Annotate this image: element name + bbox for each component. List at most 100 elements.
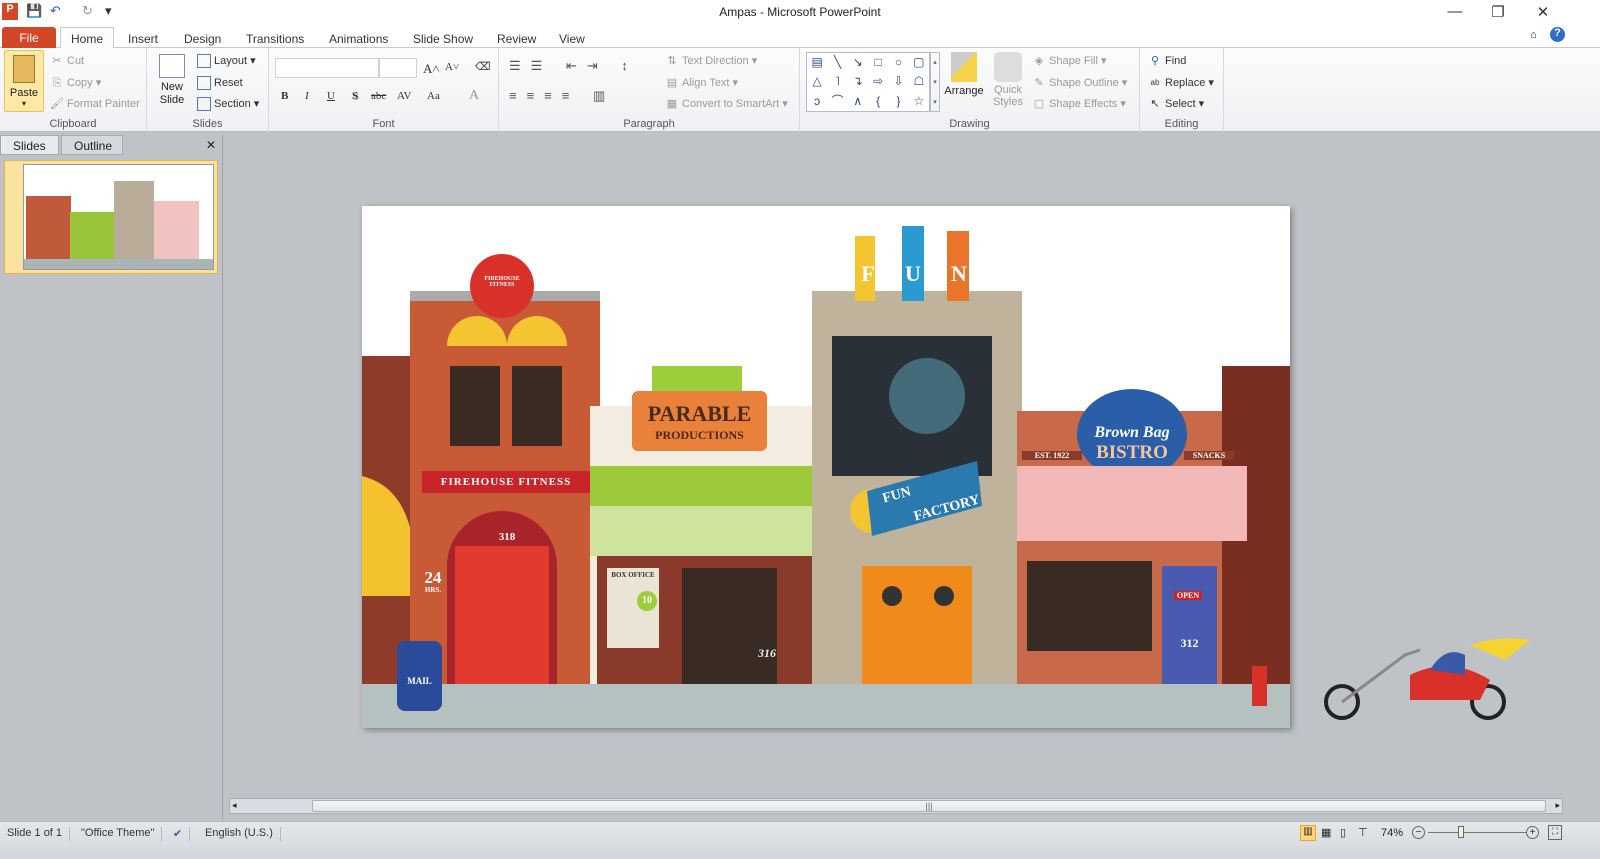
zoom-level[interactable]: 74%: [1381, 827, 1403, 839]
tab-home[interactable]: Home: [60, 27, 115, 48]
normal-view-button[interactable]: ▥: [1300, 825, 1316, 841]
minimize-ribbon-icon[interactable]: ⌂: [1530, 29, 1537, 41]
shape-item[interactable]: ↴: [848, 72, 868, 91]
zoom-slider[interactable]: [1428, 832, 1526, 833]
shapes-gallery[interactable]: ▤ ╲ ↘ □ ○ ▢ △ ˥ ↴ ⇨ ⇩ ☖ ↄ ⌒ ∧{} ☆: [806, 52, 930, 112]
section-button[interactable]: Section ▾: [197, 97, 259, 112]
pencil-icon: ✎: [1034, 77, 1044, 90]
font-name-input[interactable]: [275, 58, 379, 78]
tab-design[interactable]: Design: [174, 28, 231, 48]
shape-item[interactable]: ˥: [827, 72, 847, 91]
slide-thumbnail[interactable]: [4, 160, 218, 274]
shape-item[interactable]: {: [868, 92, 888, 111]
alignment-buttons[interactable]: ≡≡≡≡ ▥: [509, 88, 615, 104]
change-case-button[interactable]: Aa: [427, 90, 440, 102]
cut-button[interactable]: ✂ Cut: [50, 54, 84, 68]
copy-button[interactable]: ⎘ Copy ▾: [50, 76, 102, 90]
shape-item[interactable]: ∧: [848, 92, 868, 111]
shape-item[interactable]: ○: [888, 53, 908, 72]
align-text-label: Align Text: [682, 77, 730, 89]
shrink-font-button[interactable]: A˅: [445, 61, 459, 73]
tab-file[interactable]: File: [2, 27, 56, 48]
tab-transitions[interactable]: Transitions: [236, 28, 314, 48]
firehouse-sign-text: FIREHOUSE FITNESS: [440, 476, 572, 488]
strikethrough-button[interactable]: abc: [371, 90, 386, 102]
tab-review[interactable]: Review: [487, 28, 546, 48]
minimize-button[interactable]: —: [1440, 3, 1470, 20]
slide-sorter-button[interactable]: ▦: [1321, 826, 1331, 839]
tab-insert[interactable]: Insert: [118, 28, 168, 48]
italic-button[interactable]: I: [305, 90, 309, 102]
grow-font-button[interactable]: A˄: [423, 61, 440, 77]
character-spacing-button[interactable]: AV: [397, 90, 411, 102]
firehouse-number: 318: [498, 531, 516, 543]
quick-styles-label: Quick Styles: [993, 84, 1023, 108]
reading-view-button[interactable]: ▯: [1340, 826, 1346, 839]
paste-button[interactable]: Paste ▾: [4, 50, 44, 112]
shape-item[interactable]: ╲: [827, 53, 847, 72]
close-panel-button[interactable]: ✕: [206, 138, 216, 152]
font-size-input[interactable]: [379, 58, 417, 78]
slide-canvas[interactable]: F U N FIREHOUSE FITNESS FIREHOUSE FITNES…: [362, 206, 1290, 728]
layout-button[interactable]: Layout ▾: [197, 54, 256, 69]
arrange-button[interactable]: Arrange: [944, 52, 984, 97]
shape-item[interactable]: ☖: [909, 72, 929, 91]
align-text-button[interactable]: ▤ Align Text ▾: [665, 76, 738, 90]
shape-item[interactable]: }: [888, 92, 908, 111]
shape-item[interactable]: ↄ: [807, 92, 827, 111]
tab-slides[interactable]: Slides: [0, 135, 59, 155]
motorcycle-clipart[interactable]: [1320, 630, 1540, 725]
convert-smartart-button[interactable]: ▦ Convert to SmartArt ▾: [665, 97, 788, 111]
find-button[interactable]: ⚲ Find: [1148, 54, 1186, 68]
reset-button[interactable]: Reset: [197, 76, 243, 90]
list-buttons[interactable]: ☰☰ ⇤⇥ ↕: [509, 58, 638, 74]
fit-to-window-button[interactable]: ⛶: [1548, 825, 1562, 840]
shape-item[interactable]: ⌒: [827, 92, 847, 111]
slide-show-button[interactable]: ⊤: [1358, 826, 1368, 839]
horizontal-scrollbar[interactable]: ◂ ||| ▸: [229, 798, 1563, 814]
restore-button[interactable]: ❐: [1483, 3, 1513, 21]
text-direction-button[interactable]: ⇅ Text Direction ▾: [665, 54, 757, 68]
format-painter-button[interactable]: 🖌 Format Painter: [50, 97, 140, 111]
shape-fill-button[interactable]: ◈ Shape Fill ▾: [1032, 54, 1107, 68]
help-icon[interactable]: ?: [1550, 27, 1565, 42]
select-label: Select: [1165, 98, 1196, 110]
scroll-right-icon[interactable]: ▸: [1555, 800, 1560, 811]
tab-slide-show[interactable]: Slide Show: [403, 28, 483, 48]
shape-item[interactable]: ☆: [909, 92, 929, 111]
scroll-left-icon[interactable]: ◂: [232, 800, 237, 811]
tab-outline[interactable]: Outline: [61, 135, 123, 155]
tab-view[interactable]: View: [549, 28, 595, 48]
zoom-out-button[interactable]: −: [1412, 826, 1425, 839]
shadow-button[interactable]: S: [352, 90, 358, 102]
zoom-slider-thumb[interactable]: [1458, 826, 1464, 838]
shape-outline-button[interactable]: ✎ Shape Outline ▾: [1032, 76, 1127, 90]
shape-item[interactable]: ▤: [807, 53, 827, 72]
shape-item[interactable]: □: [868, 53, 888, 72]
shape-effects-button[interactable]: ▢ Shape Effects ▾: [1032, 97, 1126, 111]
shape-item[interactable]: ⇨: [868, 72, 888, 91]
spell-check-icon[interactable]: ✔: [166, 827, 191, 841]
shape-item[interactable]: ⇩: [888, 72, 908, 91]
theme-name[interactable]: "Office Theme": [74, 827, 163, 841]
language[interactable]: English (U.S.): [198, 827, 281, 841]
new-slide-button[interactable]: New Slide: [155, 54, 189, 107]
scrollbar-thumb[interactable]: |||: [312, 800, 1546, 812]
tab-animations[interactable]: Animations: [319, 28, 398, 48]
underline-button[interactable]: U: [327, 90, 335, 102]
binoculars-icon: ⚲: [1150, 55, 1160, 67]
editing-group-label: Editing: [1164, 118, 1199, 130]
bold-button[interactable]: B: [281, 90, 288, 102]
clear-formatting-icon[interactable]: ⌫: [475, 60, 491, 73]
shape-item[interactable]: ↘: [848, 53, 868, 72]
zoom-in-button[interactable]: +: [1526, 826, 1539, 839]
shape-item[interactable]: △: [807, 72, 827, 91]
close-button[interactable]: ✕: [1528, 3, 1558, 21]
shape-outline-label: Shape Outline: [1049, 77, 1119, 89]
select-button[interactable]: ↖ Select ▾: [1148, 97, 1204, 111]
font-color-button[interactable]: A: [469, 88, 479, 104]
shape-item[interactable]: ▢: [909, 53, 929, 72]
quick-styles-button[interactable]: Quick Styles: [988, 52, 1028, 108]
replace-button[interactable]: ab Replace ▾: [1148, 76, 1214, 90]
shapes-gallery-scroll[interactable]: ▴ ▾ ▾: [930, 52, 940, 112]
